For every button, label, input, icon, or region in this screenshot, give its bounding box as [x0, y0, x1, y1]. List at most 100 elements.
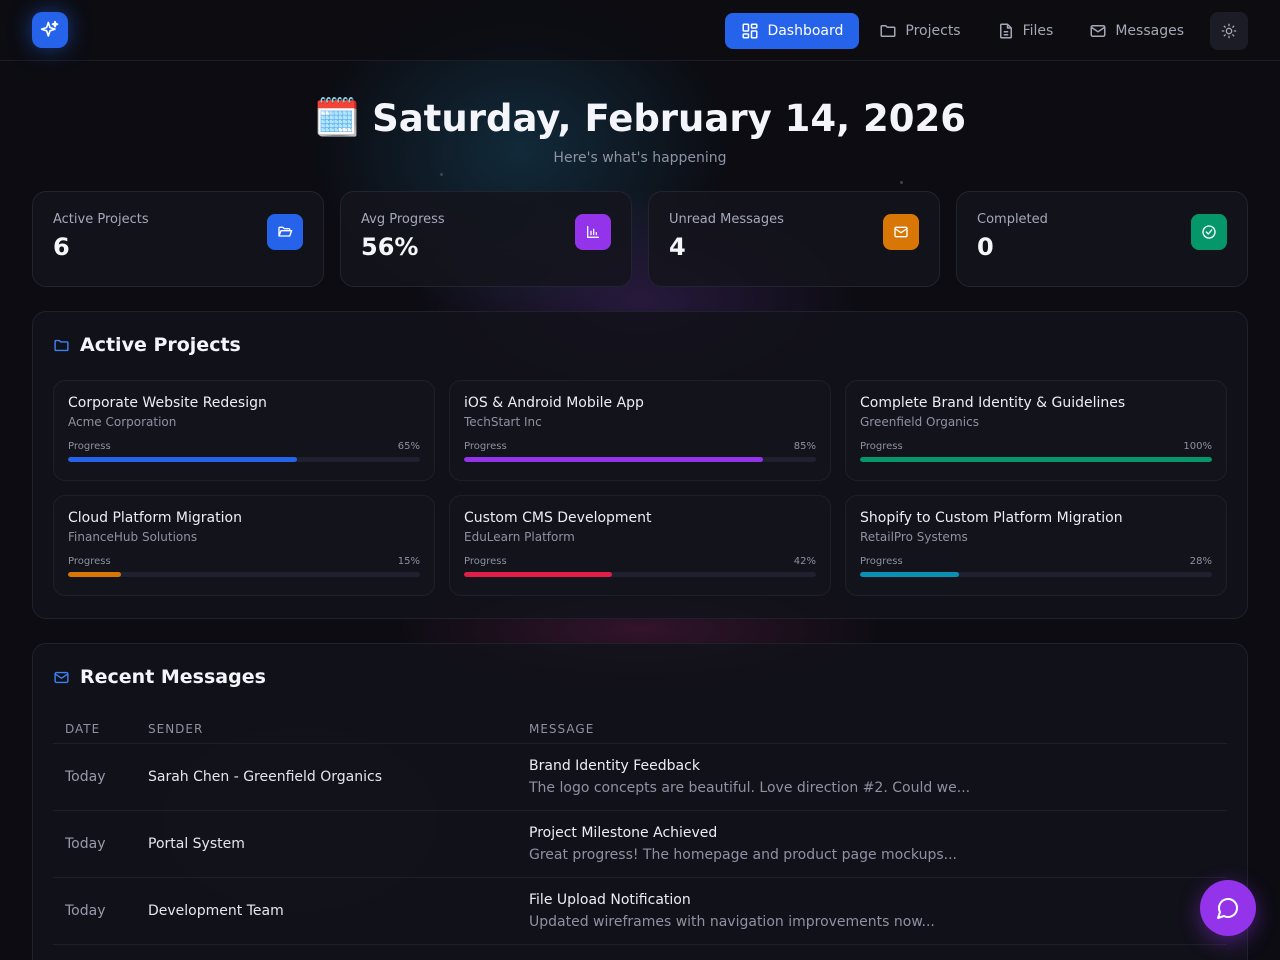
project-card[interactable]: Complete Brand Identity & Guidelines Gre… [845, 380, 1227, 481]
progress-bar [464, 457, 816, 462]
nav-dashboard-label: Dashboard [767, 23, 844, 39]
nav-projects[interactable]: Projects [863, 13, 976, 49]
project-client: TechStart Inc [464, 415, 542, 429]
nav-dashboard[interactable]: Dashboard [725, 13, 860, 49]
project-card[interactable]: Cloud Platform Migration FinanceHub Solu… [53, 495, 435, 596]
progress-fill [68, 457, 297, 462]
active-projects-heading: Active Projects [80, 334, 241, 356]
active-projects-panel: Active Projects Corporate Website Redesi… [32, 311, 1248, 619]
project-card[interactable]: iOS & Android Mobile App TechStart Inc P… [449, 380, 831, 481]
progress-label: Progress [68, 441, 111, 452]
project-name: Complete Brand Identity & Guidelines [860, 395, 1126, 411]
calendar-emoji: 🗓️ [313, 96, 361, 139]
progress-fill [860, 572, 959, 577]
project-client: FinanceHub Solutions [68, 530, 198, 544]
message-sender: Development Team [148, 903, 284, 919]
table-row[interactable]: Today Portal System Project Milestone Ac… [53, 811, 1227, 878]
project-name: Shopify to Custom Platform Migration [860, 510, 1123, 526]
stat-value: 0 [977, 233, 994, 261]
date-heading: Saturday, February 14, 2026 [372, 96, 967, 140]
progress-row: Progress 28% [860, 556, 1212, 567]
project-grid: Corporate Website Redesign Acme Corporat… [53, 380, 1227, 596]
table-row[interactable]: Today Development Team File Upload Notif… [53, 878, 1227, 945]
stat-value: 4 [669, 233, 686, 261]
logo-sparkles-icon[interactable] [32, 12, 68, 48]
table-header: DATE SENDER MESSAGE [53, 714, 1227, 744]
message-date: Today [65, 903, 106, 919]
message-preview: Updated wireframes with navigation impro… [529, 914, 935, 930]
progress-bar [464, 572, 816, 577]
progress-percent: 28% [1189, 556, 1212, 567]
stat-value: 56% [361, 233, 419, 261]
message-cell: Brand Identity Feedback The logo concept… [529, 758, 1227, 796]
theme-toggle-button[interactable] [1210, 12, 1248, 50]
progress-fill [860, 457, 1212, 462]
project-card[interactable]: Shopify to Custom Platform Migration Ret… [845, 495, 1227, 596]
project-card[interactable]: Corporate Website Redesign Acme Corporat… [53, 380, 435, 481]
progress-bar [860, 572, 1212, 577]
project-name: iOS & Android Mobile App [464, 395, 644, 411]
project-name: Custom CMS Development [464, 510, 652, 526]
stat-value: 6 [53, 233, 70, 261]
project-client: Greenfield Organics [860, 415, 979, 429]
progress-row: Progress 65% [68, 441, 420, 452]
progress-label: Progress [464, 441, 507, 452]
mail-icon [1090, 25, 1106, 37]
recent-messages-heading: Recent Messages [80, 666, 266, 688]
stat-label: Unread Messages [669, 212, 784, 227]
panel-title: Recent Messages [53, 666, 266, 688]
stats-row: Active Projects 6 Avg Progress 56% Unrea… [32, 191, 1248, 287]
mail-icon [54, 671, 69, 683]
progress-percent: 42% [793, 556, 816, 567]
check-circle-icon [1191, 214, 1227, 250]
progress-fill [464, 572, 612, 577]
progress-row: Progress 100% [860, 441, 1212, 452]
message-subject: Brand Identity Feedback [529, 758, 700, 774]
project-card[interactable]: Custom CMS Development EduLearn Platform… [449, 495, 831, 596]
chat-button[interactable] [1200, 880, 1256, 936]
progress-label: Progress [860, 441, 903, 452]
project-client: RetailPro Systems [860, 530, 968, 544]
stat-card-completed: Completed 0 [956, 191, 1248, 287]
progress-label: Progress [464, 556, 507, 567]
project-name: Cloud Platform Migration [68, 510, 242, 526]
progress-label: Progress [68, 556, 111, 567]
message-date: Today [65, 769, 106, 785]
project-client: Acme Corporation [68, 415, 177, 429]
progress-percent: 100% [1183, 441, 1212, 452]
hero: 🗓️ Saturday, February 14, 2026 Here's wh… [0, 96, 1280, 166]
column-header-message: MESSAGE [529, 721, 595, 736]
progress-fill [464, 457, 764, 462]
panel-title: Active Projects [53, 334, 241, 356]
recent-messages-panel: Recent Messages DATE SENDER MESSAGE Toda… [32, 643, 1248, 960]
main-nav: Dashboard Projects Files Messages [725, 12, 1248, 50]
progress-fill [68, 572, 121, 577]
project-client: EduLearn Platform [464, 530, 575, 544]
progress-bar [68, 572, 420, 577]
progress-row: Progress 15% [68, 556, 420, 567]
progress-row: Progress 85% [464, 441, 816, 452]
page-title: 🗓️ Saturday, February 14, 2026 [0, 96, 1280, 140]
stat-card-active-projects: Active Projects 6 [32, 191, 324, 287]
stat-label: Avg Progress [361, 212, 445, 227]
folder-icon [54, 339, 69, 351]
chat-bubble-icon [1217, 898, 1238, 919]
decorative-dot [900, 181, 903, 184]
folder-open-icon [267, 214, 303, 250]
stat-card-avg-progress: Avg Progress 56% [340, 191, 632, 287]
column-header-date: DATE [65, 721, 101, 736]
nav-files[interactable]: Files [981, 13, 1070, 49]
message-cell: File Upload Notification Updated wirefra… [529, 892, 1227, 930]
progress-percent: 85% [793, 441, 816, 452]
nav-messages[interactable]: Messages [1073, 13, 1200, 49]
table-row[interactable]: Today Sarah Chen - Greenfield Organics B… [53, 744, 1227, 811]
folder-icon [880, 25, 896, 37]
message-sender: Portal System [148, 836, 245, 852]
message-cell: Project Milestone Achieved Great progres… [529, 825, 1227, 863]
page-subtitle: Here's what's happening [553, 150, 727, 166]
dashboard-icon [742, 23, 758, 39]
progress-label: Progress [860, 556, 903, 567]
top-bar: Dashboard Projects Files Messages [0, 0, 1280, 61]
message-sender: Sarah Chen - Greenfield Organics [148, 769, 383, 785]
stat-label: Completed [977, 212, 1048, 227]
